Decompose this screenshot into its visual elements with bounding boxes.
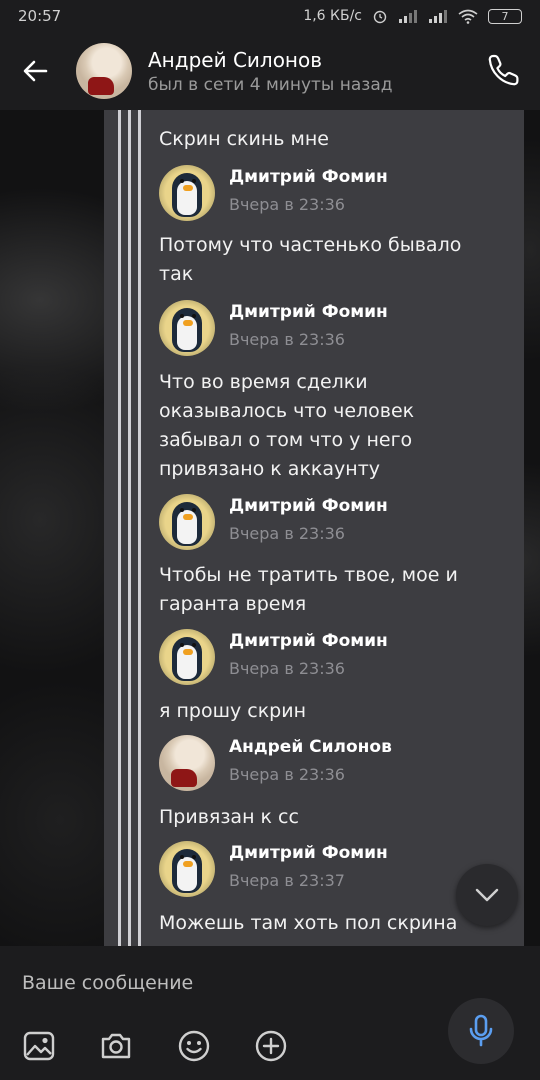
microphone-icon [469, 1014, 493, 1047]
message-time: Вчера в 23:36 [229, 195, 345, 214]
message-text: Потому что частенько бывало так [159, 234, 462, 285]
image-icon [23, 1031, 55, 1061]
sender-avatar[interactable] [159, 165, 215, 221]
sender-name[interactable]: Андрей Силонов [229, 737, 392, 757]
status-time: 20:57 [18, 7, 62, 25]
sender-avatar[interactable] [159, 735, 215, 791]
sender-name[interactable]: Дмитрий Фомин [229, 631, 388, 651]
message-time: Вчера в 23:36 [229, 765, 345, 784]
camera-button[interactable] [98, 1028, 134, 1064]
sender-avatar[interactable] [159, 494, 215, 550]
battery-icon: 7 [488, 8, 522, 24]
message-input[interactable]: Ваше сообщение [22, 972, 422, 994]
emoji-icon [178, 1030, 210, 1062]
network-speed: 1,6 КБ/с [303, 8, 362, 24]
attach-photo-button[interactable] [21, 1028, 57, 1064]
message-sender: Дмитрий Фомин Вчера в 23:36 [159, 165, 499, 221]
signal-icon [399, 10, 417, 23]
message-text: Чтобы не тратить твое, мое и гаранта вре… [159, 564, 458, 615]
message-time: Вчера в 23:36 [229, 330, 345, 349]
message-sender: Дмитрий Фомин Вчера в 23:36 [159, 494, 499, 550]
status-bar: 20:57 1,6 КБ/с 7 [0, 0, 540, 32]
emoji-button[interactable] [176, 1028, 212, 1064]
camera-icon [101, 1033, 131, 1059]
message-text: Скрин скинь мне [159, 128, 329, 150]
forward-nesting-lines [104, 110, 148, 946]
voice-message-button[interactable] [448, 998, 514, 1064]
message-time: Вчера в 23:36 [229, 659, 345, 678]
message-text: Можешь там хоть пол скрина [159, 912, 458, 934]
chevron-down-icon [475, 888, 499, 902]
message-text: Привязан к сс [159, 806, 299, 828]
phone-icon [488, 54, 519, 86]
sender-name[interactable]: Дмитрий Фомин [229, 167, 388, 187]
message-time: Вчера в 23:37 [229, 871, 345, 890]
message-sender: Дмитрий Фомин Вчера в 23:36 [159, 300, 499, 356]
message-text: Что во время сделки оказывалось что чело… [159, 371, 415, 480]
call-button[interactable] [486, 52, 522, 88]
scroll-to-bottom-button[interactable] [456, 864, 518, 926]
back-arrow-icon [23, 60, 48, 82]
status-indicators: 1,6 КБ/с 7 [303, 8, 522, 24]
back-button[interactable] [0, 32, 70, 110]
message-text: я прошу скрин [159, 700, 306, 722]
wifi-icon [458, 9, 478, 24]
forwarded-messages[interactable]: Скрин скинь мне Дмитрий Фомин Вчера в 23… [104, 110, 524, 946]
message-sender: Дмитрий Фомин Вчера в 23:36 [159, 629, 499, 685]
message-composer: Ваше сообщение [0, 946, 540, 1080]
sender-name[interactable]: Дмитрий Фомин [229, 496, 388, 516]
message-sender: Андрей Силонов Вчера в 23:36 [159, 735, 499, 791]
chat-header: Андрей Силонов был в сети 4 минуты назад [0, 32, 540, 110]
sender-avatar[interactable] [159, 300, 215, 356]
add-icon [255, 1030, 287, 1062]
sender-avatar[interactable] [159, 629, 215, 685]
sender-avatar[interactable] [159, 841, 215, 897]
last-seen-status: был в сети 4 минуты назад [148, 74, 393, 95]
contact-name: Андрей Силонов [148, 47, 323, 72]
add-attachment-button[interactable] [253, 1028, 289, 1064]
battery-level: 7 [501, 9, 509, 23]
sender-name[interactable]: Дмитрий Фомин [229, 302, 388, 322]
contact-avatar[interactable] [76, 43, 132, 99]
message-time: Вчера в 23:36 [229, 524, 345, 543]
contact-info[interactable]: Андрей Силонов был в сети 4 минуты назад [148, 48, 393, 95]
alarm-icon [373, 10, 387, 24]
message-sender: Дмитрий Фомин Вчера в 23:37 [159, 841, 499, 897]
sender-name[interactable]: Дмитрий Фомин [229, 843, 388, 863]
signal-icon [429, 10, 447, 23]
